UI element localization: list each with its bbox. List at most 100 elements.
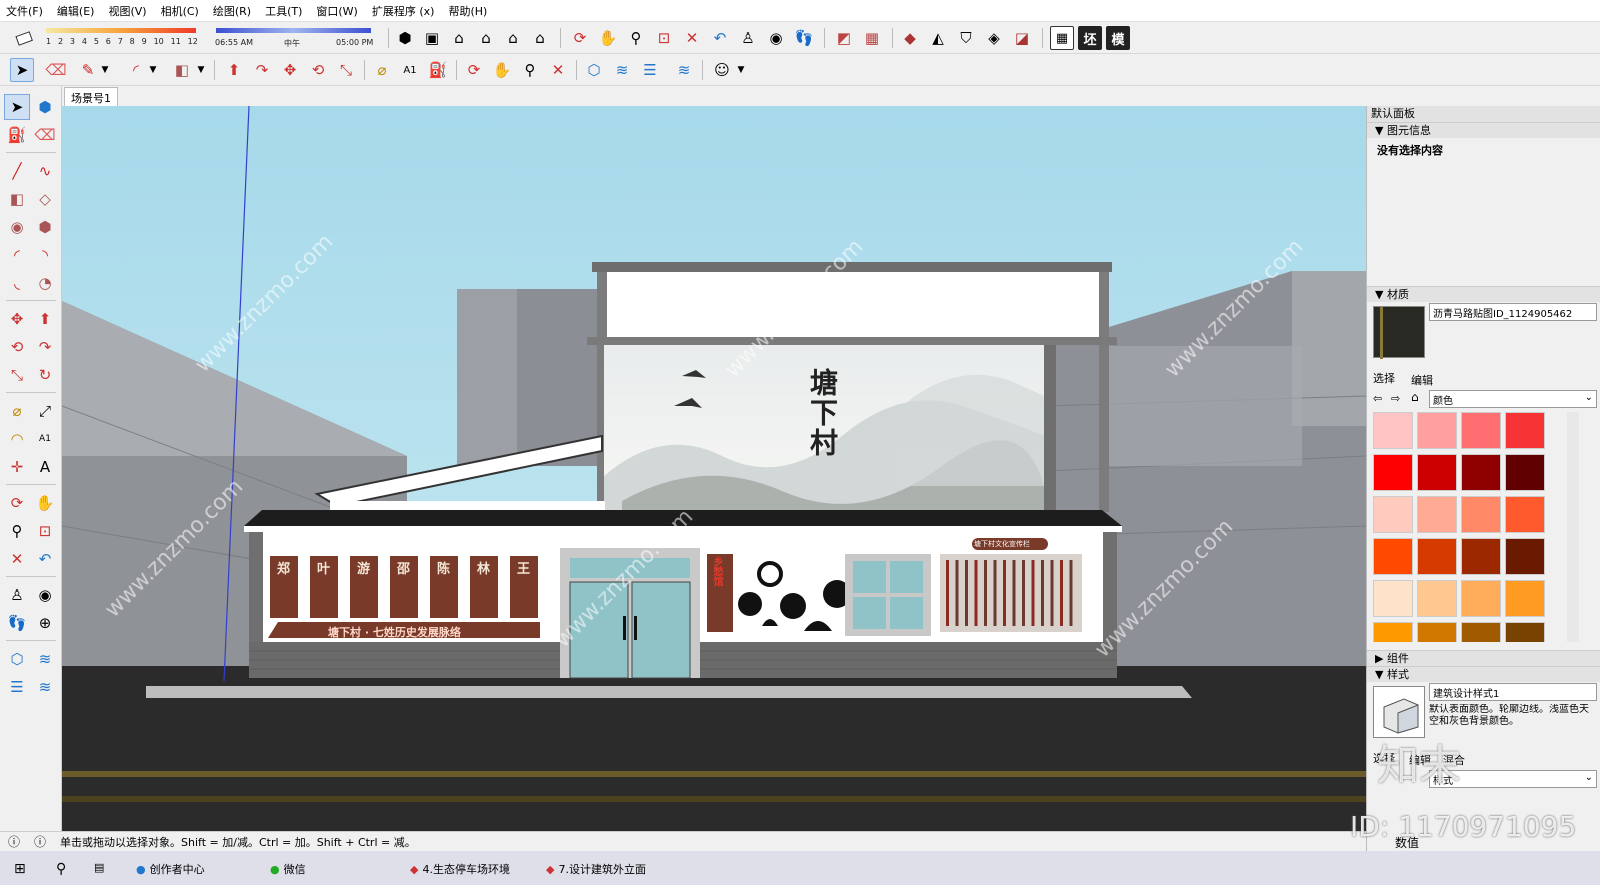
section-tool-icon[interactable]: ⊕ <box>32 610 58 636</box>
line-tool-icon[interactable]: ╱ <box>4 158 30 184</box>
make-component-icon[interactable]: ⬢ <box>32 94 58 120</box>
push-pull-tool-icon[interactable]: ⬆ <box>32 306 58 332</box>
position-camera-icon[interactable]: ♙ <box>736 26 760 50</box>
walk-tool-icon[interactable]: 👣 <box>4 610 30 636</box>
tape-measure-icon[interactable]: ⌀ <box>370 58 394 82</box>
rotate-tool-icon[interactable]: ⟲ <box>4 334 30 360</box>
position-camera-tool-icon[interactable]: ♙ <box>4 582 30 608</box>
extension-warehouse-icon[interactable]: ≋ <box>610 58 634 82</box>
section-plane-icon[interactable]: ◩ <box>832 26 856 50</box>
taskbar-app-sketchup-2[interactable]: ◆ 7.设计建筑外立面 <box>546 861 646 877</box>
menu-draw[interactable]: 绘图(R) <box>213 3 251 19</box>
pan-icon[interactable]: ✋ <box>596 26 620 50</box>
arc-icon[interactable]: ◜ <box>124 58 148 82</box>
color-swatch[interactable] <box>1417 496 1457 533</box>
menu-file[interactable]: 文件(F) <box>6 3 43 19</box>
follow-me-tool-icon[interactable]: ↷ <box>32 334 58 360</box>
three-point-arc-icon[interactable]: ◟ <box>4 270 30 296</box>
color-swatch[interactable] <box>1417 580 1457 617</box>
color-swatch[interactable] <box>1373 538 1413 575</box>
move-tool-icon[interactable]: ✥ <box>4 306 30 332</box>
color-swatch[interactable] <box>1373 496 1413 533</box>
color-swatch[interactable] <box>1417 538 1457 575</box>
taskbar-app-creator[interactable]: ● 创作者中心 <box>136 861 205 877</box>
zoom-extents-tool-icon[interactable]: ✕ <box>4 546 30 572</box>
color-swatch[interactable] <box>1461 622 1501 642</box>
polygon-tool-icon[interactable]: ⬢ <box>32 214 58 240</box>
color-swatch[interactable] <box>1417 412 1457 449</box>
3d-text-icon[interactable]: A <box>32 454 58 480</box>
instructor-icon[interactable]: ⓘ <box>34 833 46 850</box>
terrain-icon[interactable]: ◭ <box>926 26 950 50</box>
color-swatch[interactable] <box>1417 454 1457 491</box>
color-swatch[interactable] <box>1373 622 1413 642</box>
color-swatch[interactable] <box>1461 412 1501 449</box>
orbit-icon[interactable]: ⟳ <box>568 26 592 50</box>
swatch-scrollbar[interactable] <box>1567 412 1579 642</box>
back-arrow-icon[interactable]: ⇦ <box>1373 392 1382 405</box>
menu-view[interactable]: 视图(V) <box>108 3 146 19</box>
eraser-tool-icon[interactable]: ⌫ <box>44 58 68 82</box>
color-swatch[interactable] <box>1505 538 1545 575</box>
style-name-field[interactable]: 建筑设计样式1 <box>1429 683 1597 701</box>
eraser-left-icon[interactable]: ⌫ <box>32 122 58 148</box>
search-icon[interactable]: ⚲ <box>56 861 66 877</box>
look-around-tool-icon[interactable]: ◉ <box>32 582 58 608</box>
rotated-rectangle-icon[interactable]: ◇ <box>32 186 58 212</box>
scene-tab-1[interactable]: 场景号1 <box>64 87 118 106</box>
front-view-icon[interactable]: ⌂ <box>447 26 471 50</box>
material-library-select[interactable]: 颜色 ⌄ <box>1429 390 1597 408</box>
materials-header[interactable]: ▼ 材质 <box>1367 286 1600 302</box>
warehouse-tool-icon[interactable]: ⬡ <box>4 646 30 672</box>
chevron-down-icon[interactable]: ▼ <box>98 58 112 82</box>
rectangle-tool-icon[interactable]: ◧ <box>4 186 30 212</box>
material-tab-select[interactable]: 选择 <box>1373 370 1395 386</box>
text-tool-icon[interactable]: A1 <box>32 426 58 452</box>
pie-tool-icon[interactable]: ◔ <box>32 270 58 296</box>
shadow-time-slider[interactable]: 06:55 AM 中午 05:00 PM <box>212 25 377 51</box>
move-icon[interactable]: ✥ <box>278 58 302 82</box>
right-view-icon[interactable]: ⌂ <box>474 26 498 50</box>
flip-edge-icon[interactable]: ◪ <box>1010 26 1034 50</box>
share-tool-icon[interactable]: ☰ <box>4 674 30 700</box>
shadow-month-slider[interactable]: 1 2 3 4 5 6 7 8 9 10 11 12 <box>42 25 202 51</box>
color-swatch[interactable] <box>1373 454 1413 491</box>
pan-icon-2[interactable]: ✋ <box>490 58 514 82</box>
axes-tool-icon[interactable]: ✛ <box>4 454 30 480</box>
material-tab-edit[interactable]: 编辑 <box>1411 372 1433 388</box>
freehand-icon[interactable]: ∿ <box>32 158 58 184</box>
rotate-icon[interactable]: ⟲ <box>306 58 330 82</box>
plugin-button-pei[interactable]: 坯 <box>1078 26 1102 50</box>
offset-tool-icon[interactable]: ↻ <box>32 362 58 388</box>
previous-tool-icon[interactable]: ↶ <box>32 546 58 572</box>
styles-header[interactable]: ▼ 样式 <box>1367 666 1600 682</box>
look-around-icon[interactable]: ◉ <box>764 26 788 50</box>
material-name-field[interactable]: 沥青马路贴图ID_1124905462 <box>1429 303 1597 321</box>
color-swatch[interactable] <box>1461 454 1501 491</box>
taskbar-app-sketchup-1[interactable]: ◆ 4.生态停车场环境 <box>410 861 510 877</box>
menu-camera[interactable]: 相机(C) <box>161 3 199 19</box>
forward-arrow-icon[interactable]: ⇨ <box>1391 392 1400 405</box>
plugin-button-mo[interactable]: 模 <box>1106 26 1130 50</box>
previous-view-icon[interactable]: ↶ <box>708 26 732 50</box>
menu-window[interactable]: 窗口(W) <box>316 3 357 19</box>
zoom-icon[interactable]: ⚲ <box>624 26 648 50</box>
chevron-down-icon[interactable]: ▼ <box>194 58 208 82</box>
arc-tool-icon[interactable]: ◜ <box>4 242 30 268</box>
tape-tool-icon[interactable]: ⌀ <box>4 398 30 424</box>
material-preview[interactable] <box>1373 306 1425 359</box>
section-grid-icon[interactable]: ▦ <box>860 26 884 50</box>
top-view-icon[interactable]: ▣ <box>420 26 444 50</box>
account-icon[interactable]: ☺ <box>710 58 734 82</box>
orbit-tool-icon[interactable]: ⟳ <box>4 490 30 516</box>
menu-edit[interactable]: 编辑(E) <box>57 3 95 19</box>
color-swatch[interactable] <box>1461 580 1501 617</box>
walk-icon[interactable]: 👣 <box>792 26 816 50</box>
text-icon[interactable]: A1 <box>398 58 422 82</box>
pan-tool-icon[interactable]: ✋ <box>32 490 58 516</box>
stamp-icon[interactable]: ⛉ <box>954 26 978 50</box>
home-icon[interactable]: ⌂ <box>1411 390 1419 404</box>
georeference-icon[interactable]: ⓘ <box>8 833 20 850</box>
components-header[interactable]: ▶ 组件 <box>1367 650 1600 666</box>
style-thumbnail[interactable] <box>1373 686 1425 738</box>
